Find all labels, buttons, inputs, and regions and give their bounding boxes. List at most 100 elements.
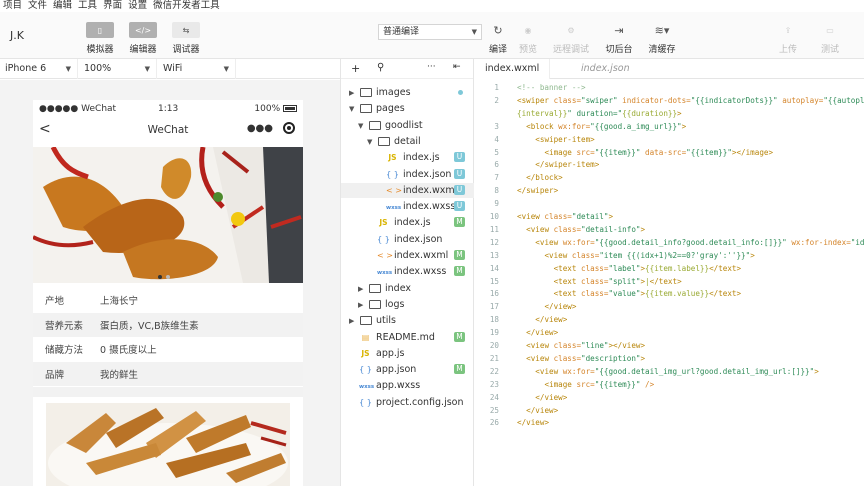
code-editor: index.wxml index.json 1 <!-- banner --> 2 <… [475, 59, 864, 486]
code-text: <swiper-item> [535, 134, 595, 144]
code-line: 18 </view> [475, 314, 864, 327]
code-text: <!-- banner --> [517, 83, 586, 92]
close-capsule-icon[interactable] [283, 122, 295, 134]
compile-label: 编译 [488, 45, 507, 55]
code-line: 9 [475, 198, 864, 211]
git-status-badge: M [454, 217, 465, 228]
chevron-down-icon: ▼ [358, 121, 364, 130]
zoom-select[interactable]: 100% ▼ [79, 59, 157, 79]
tree-file[interactable]: wxss app.wxss [341, 378, 474, 393]
code-text: <view class="description"> [526, 353, 646, 363]
code-text: <text class="split">|</text> [553, 276, 682, 286]
tree-folder[interactable]: ▼ detail [341, 134, 474, 149]
tree-folder[interactable]: ▶ utils [341, 313, 474, 328]
editor-toggle-button[interactable]: </> 编辑器 [123, 22, 163, 55]
menu-devtools[interactable]: 微信开发者工具 [150, 0, 223, 12]
code-line: 1 <!-- banner --> [475, 82, 864, 95]
background-button[interactable]: ⇥ 切后台 [599, 22, 639, 56]
tree-item-label: app.js [376, 347, 405, 359]
code-line: 8 </swiper> [475, 185, 864, 198]
toolbar: J.K ▯ 模拟器 </> 编辑器 ⇆ 调试器 普通编译 ▼ ↻ 编译 ◉ 预览… [0, 12, 864, 59]
remote-debug-button[interactable]: ⚙ 远程调试 [551, 22, 591, 56]
tree-file[interactable]: JS app.js [341, 346, 474, 361]
tree-folder[interactable]: ▼ pages [341, 101, 474, 116]
info-value: 我的鲜生 [100, 369, 139, 381]
info-value: 上海长宁 [100, 296, 139, 308]
debugger-label: 调试器 [172, 45, 200, 55]
code-line: 25 </view> [475, 405, 864, 418]
json-file-icon: { } [359, 365, 372, 375]
tree-folder[interactable]: ▶ images [341, 85, 474, 100]
wxss-file-icon: wxss [386, 205, 402, 212]
line-number: 2 [494, 95, 499, 105]
code-text: </block> [526, 173, 563, 183]
simulator-toggle-button[interactable]: ▯ 模拟器 [80, 22, 120, 55]
swiper-dot[interactable] [166, 275, 170, 279]
menu-project[interactable]: 项目 [0, 0, 25, 12]
phone-screen: ●●●●● WeChat 1:13 100% < WeChat ●●● 产地 上… [33, 100, 303, 486]
line-number: 20 [489, 341, 499, 350]
json-file-icon: { } [377, 234, 390, 244]
network-select[interactable]: WiFi ▼ [158, 59, 236, 79]
code-text: </view> [544, 302, 577, 312]
tab-index-json[interactable]: index.json [571, 59, 640, 79]
collapse-panel-icon[interactable]: ⇤ [453, 62, 461, 72]
layers-icon: ≋▾ [654, 23, 670, 37]
tree-folder[interactable]: ▼ goodlist [341, 118, 474, 133]
upload-label: 上传 [778, 45, 797, 55]
code-text: </swiper-item> [535, 160, 600, 170]
clear-cache-label: 清缓存 [648, 45, 676, 55]
code-line: 23 <image src="{{item}}" /> [475, 379, 864, 392]
tree-folder[interactable]: ▶ index [341, 281, 474, 296]
editor-label: 编辑器 [129, 45, 157, 55]
menu-file[interactable]: 文件 [25, 0, 50, 12]
search-icon[interactable]: ⚲ [377, 62, 384, 73]
debugger-toggle-button[interactable]: ⇆ 调试器 [166, 22, 206, 55]
code-text: <view class="detail-info"> [526, 224, 646, 234]
menu-edit[interactable]: 编辑 [50, 0, 75, 12]
json-file-icon: { } [386, 169, 399, 179]
swiper-dot[interactable] [158, 275, 162, 279]
zoom-value: 100% [84, 63, 112, 74]
avatar[interactable]: J.K [6, 24, 28, 46]
chevron-down-icon: ▼ [367, 137, 373, 146]
line-number: 19 [489, 328, 499, 338]
debug-icon: ⇆ [172, 22, 200, 38]
tree-item-label: images [376, 87, 411, 98]
tab-index-wxml[interactable]: index.wxml [475, 59, 551, 79]
device-model-select[interactable]: iPhone 6 ▼ [0, 59, 78, 79]
json-file-icon: { } [359, 397, 372, 407]
menu-view[interactable]: 界面 [100, 0, 125, 12]
capsule-menu[interactable]: ●●● [247, 122, 295, 134]
test-button[interactable]: ▭ 测试 [810, 22, 850, 56]
tree-item-label: index.wxml [394, 250, 449, 261]
add-file-icon[interactable]: + [351, 62, 360, 75]
line-number: 21 [489, 353, 499, 363]
info-split: | [88, 295, 100, 306]
code-text: </view> [526, 405, 559, 415]
phone-time: 1:13 [158, 104, 179, 114]
tree-folder[interactable]: ▶ logs [341, 297, 474, 312]
code-line: 15 <text class="split">|</text> [475, 276, 864, 289]
more-icon[interactable]: ··· [427, 62, 436, 72]
preview-button[interactable]: ◉ 预览 [508, 22, 548, 56]
git-status-badge: U [454, 168, 465, 179]
code-line: 13 <view class="item {{(idx+1)%2==0?'gra… [475, 250, 864, 263]
code-text: {interval}}" duration="{{duration}}> [517, 108, 682, 118]
code-text: <view class="item {{(idx+1)%2==0?'gray':… [544, 250, 755, 260]
compile-mode-select[interactable]: 普通编译 ▼ [378, 24, 482, 40]
tree-file[interactable]: { } project.config.json [341, 395, 474, 410]
tree-file[interactable]: { } index.json [341, 232, 474, 247]
code-text: </view> [526, 328, 559, 338]
menu-tools[interactable]: 工具 [75, 0, 100, 12]
more-icon[interactable]: ●●● [247, 123, 273, 134]
banner-swiper[interactable] [33, 147, 303, 283]
code-line: 12 <view wx:for="{{good.detail_info?good… [475, 237, 864, 250]
folder-icon [359, 85, 372, 100]
battery-icon [283, 105, 297, 112]
md-file-icon: ▤ [361, 332, 370, 342]
menu-settings[interactable]: 设置 [125, 0, 150, 12]
clear-cache-button[interactable]: ≋▾ 清缓存 [642, 22, 682, 56]
banner-image [33, 147, 303, 283]
upload-button[interactable]: ⇪ 上传 [768, 22, 808, 56]
